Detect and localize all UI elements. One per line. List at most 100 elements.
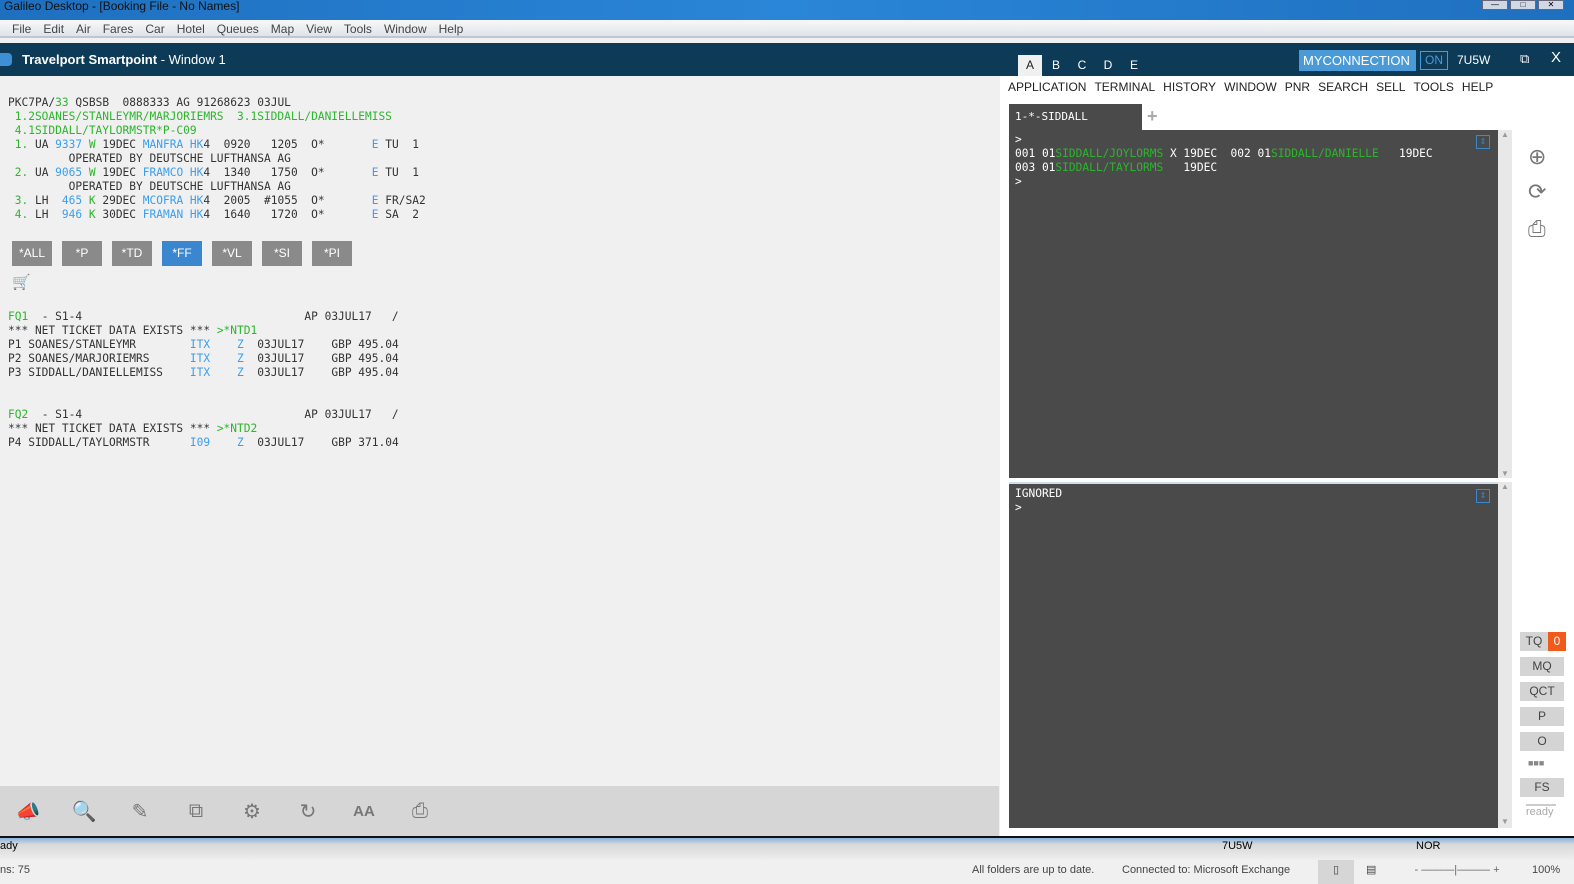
fs-button[interactable]: FS — [1520, 778, 1564, 797]
terminal-window-main[interactable]: >001 01SIDDALL/JOYLORMS X 19DEC 002 01SI… — [1009, 130, 1498, 478]
p-button[interactable]: P — [1520, 707, 1564, 726]
search-icon[interactable]: 🔍 — [56, 799, 112, 824]
terminal-line: P3 SIDDALL/DANIELLEMISS ITX Z 03JUL17 GB… — [8, 366, 399, 380]
o-button[interactable]: O — [1520, 732, 1564, 751]
add-tab-button[interactable]: + — [1147, 106, 1158, 127]
terminal-window-secondary[interactable]: IGNORED > ⇕ — [1009, 482, 1498, 828]
normal-view-icon[interactable]: ▯ — [1318, 860, 1354, 884]
display-button[interactable]: *SI — [262, 241, 302, 266]
text-segment: > — [1015, 501, 1022, 514]
text-segment: ITX — [189, 366, 211, 379]
terminal-line: 3. LH 465 K 29DEC MCOFRA HK4 2005 #1055 … — [8, 194, 426, 208]
gear-icon[interactable]: ⚙ — [224, 799, 280, 824]
text-segment: 465 — [61, 194, 83, 207]
restore-icon[interactable]: ⧉ — [1520, 51, 1529, 67]
print-icon[interactable]: ⎙ — [1528, 216, 1546, 242]
menu-tools[interactable]: Tools — [344, 20, 380, 36]
text-segment: 4.1SIDDALL/TAYLORMSTR*P-C09 — [8, 124, 197, 137]
menu-hotel[interactable]: Hotel — [177, 20, 213, 36]
area-tab-c[interactable]: C — [1070, 55, 1094, 76]
minimize-button[interactable]: — — [1482, 0, 1508, 10]
menu-window[interactable]: Window — [384, 20, 435, 36]
refresh-icon[interactable]: ↻ — [280, 799, 336, 824]
qct-button[interactable]: QCT — [1520, 682, 1564, 701]
maximize-button[interactable]: □ — [1510, 0, 1536, 10]
terminal-line: P4 SIDDALL/TAYLORMSTR I09 Z 03JUL17 GBP … — [8, 436, 399, 450]
terminal-menu-application[interactable]: APPLICATION — [1008, 80, 1086, 94]
copy-icon[interactable]: ⧉ — [168, 800, 224, 823]
display-button[interactable]: *VL — [212, 241, 252, 266]
on-toggle[interactable]: ON — [1420, 51, 1448, 70]
status-ready-text: ady — [0, 840, 18, 852]
text-segment: E — [371, 166, 379, 179]
terminal-menu-terminal[interactable]: TERMINAL — [1094, 80, 1155, 94]
display-button[interactable]: *ALL — [12, 241, 52, 266]
text-segment: MANFRA HK — [142, 138, 204, 151]
pencil-icon[interactable]: ✎ — [112, 799, 168, 824]
menu-fares[interactable]: Fares — [103, 20, 142, 36]
display-button[interactable]: *P — [62, 241, 102, 266]
terminal-line: > — [1015, 501, 1492, 515]
cart-icon[interactable]: 🛒 — [12, 273, 31, 291]
pcc-label: 7U5W — [1457, 53, 1491, 67]
terminal-line: PKC7PA/33 QSBSB 0888333 AG 91268623 03JU… — [8, 96, 426, 110]
text-segment: P4 SIDDALL/TAYLORMSTR — [8, 436, 190, 449]
print-icon[interactable]: ⎙ — [392, 800, 448, 823]
menu-queues[interactable]: Queues — [217, 20, 267, 36]
session-tab[interactable]: 1-*-SIDDALL — [1009, 104, 1142, 130]
menu-view[interactable]: View — [306, 20, 340, 36]
menu-help[interactable]: Help — [439, 20, 472, 36]
terminal-line: FQ1 - S1-4 AP 03JUL17 / — [8, 310, 399, 324]
text-segment: 30DEC — [95, 208, 143, 221]
area-tab-e[interactable]: E — [1122, 55, 1146, 76]
scrollbar[interactable]: ▲ ▼ — [1498, 482, 1512, 828]
text-segment: 03JUL17 GBP 495.04 — [243, 366, 399, 379]
expand-collapse-icon[interactable]: ⇕ — [1476, 489, 1490, 503]
terminal-menu-search[interactable]: SEARCH — [1318, 80, 1368, 94]
terminal-output: >001 01SIDDALL/JOYLORMS X 19DEC 002 01SI… — [1015, 133, 1492, 189]
font-size-icon[interactable]: AA — [336, 803, 392, 820]
tq-button[interactable]: TQ 0 — [1520, 632, 1566, 651]
text-segment: 4 0920 1205 O* — [203, 138, 372, 151]
close-icon[interactable]: X — [1551, 49, 1561, 66]
sync-icon[interactable]: ⟳ — [1528, 179, 1546, 205]
text-segment: SIDDALL/TAYLORMS — [1055, 161, 1164, 174]
status-pcc: 7U5W — [1222, 840, 1253, 852]
terminal-menu-window[interactable]: WINDOW — [1224, 80, 1277, 94]
text-segment: 19DEC — [95, 166, 143, 179]
expand-collapse-icon[interactable]: ⇕ — [1476, 135, 1490, 149]
area-tab-d[interactable]: D — [1096, 55, 1120, 76]
display-button[interactable]: *FF — [162, 241, 202, 266]
scrollbar[interactable]: ▲ ▼ — [1498, 130, 1512, 478]
display-button[interactable]: *PI — [312, 241, 352, 266]
text-segment: MCOFRA HK — [142, 194, 204, 207]
area-tab-a[interactable]: A — [1018, 55, 1042, 76]
display-button[interactable]: *TD — [112, 241, 152, 266]
terminal-menu-tools[interactable]: TOOLS — [1413, 80, 1453, 94]
mq-button[interactable]: MQ — [1520, 657, 1564, 676]
menu-air[interactable]: Air — [76, 20, 99, 36]
text-segment — [8, 394, 15, 407]
connection-dropdown[interactable]: MYCONNECTION ⌄ — [1299, 50, 1416, 89]
text-segment: SIDDALL/JOYLORMS — [1055, 147, 1164, 160]
text-segment: 4 1640 1720 O* — [203, 208, 372, 221]
reading-view-icon[interactable]: ▤ — [1366, 860, 1376, 880]
menu-map[interactable]: Map — [271, 20, 302, 36]
text-segment: Z — [237, 338, 244, 351]
menu-car[interactable]: Car — [145, 20, 172, 36]
terminal-menu-sell[interactable]: SELL — [1376, 80, 1405, 94]
terminal-menu: APPLICATION TERMINAL HISTORY WINDOW PNR SEARC… — [1008, 80, 1493, 94]
zoom-slider[interactable]: - ———|——— + — [1396, 860, 1518, 880]
terminal-menu-pnr[interactable]: PNR — [1285, 80, 1310, 94]
area-tab-b[interactable]: B — [1044, 55, 1068, 76]
terminal-menu-history[interactable]: HISTORY — [1163, 80, 1216, 94]
close-button[interactable]: ✕ — [1538, 0, 1564, 10]
terminal-menu-help[interactable]: HELP — [1462, 80, 1493, 94]
text-segment: P3 SIDDALL/DANIELLEMISS — [8, 366, 190, 379]
hash-icon[interactable]: ⊕ — [1528, 144, 1546, 170]
menu-edit[interactable]: Edit — [43, 20, 72, 36]
menu-file[interactable]: File — [12, 20, 39, 36]
megaphone-icon[interactable]: 📣 — [0, 799, 56, 824]
text-segment: QSBSB 0888333 AG 91268623 03JUL — [68, 96, 291, 109]
more-icon[interactable]: ■■■ — [1528, 758, 1544, 768]
